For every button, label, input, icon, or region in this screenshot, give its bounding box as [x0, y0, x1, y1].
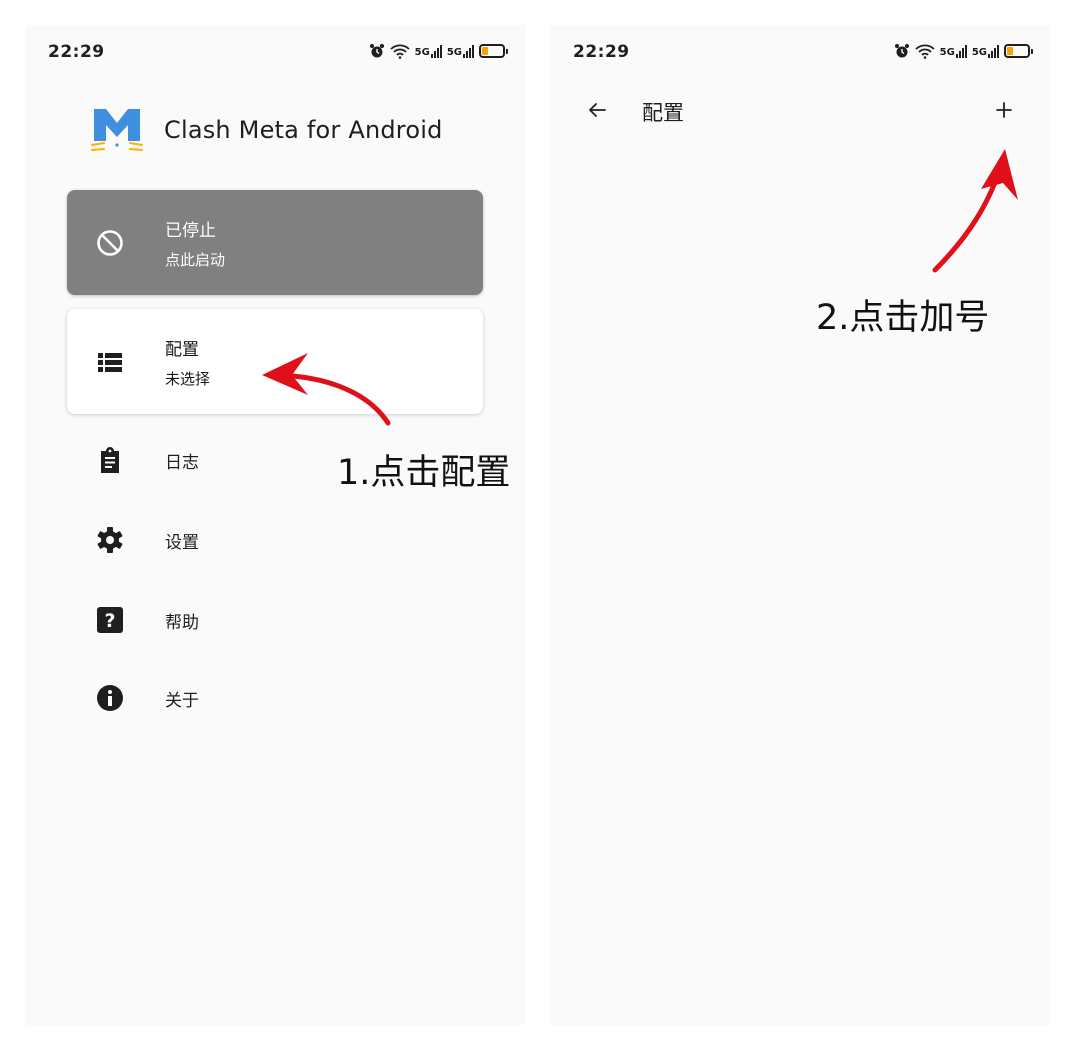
home-screen: 22:29 5G 5G Clash Meta for Android 已停止 点…: [25, 25, 525, 1025]
alarm-icon: [894, 44, 909, 58]
network-type: 5G: [414, 46, 430, 58]
status-bar: 22:29 5G 5G: [550, 25, 1050, 85]
alarm-icon: [369, 44, 384, 58]
menu-label-logs: 日志: [165, 452, 199, 473]
menu-item-help[interactable]: ? 帮助: [95, 600, 199, 640]
annotation-step1: 1.点击配置: [337, 453, 511, 493]
signal-icon: 5G: [939, 44, 967, 58]
svg-text:?: ?: [104, 610, 115, 632]
menu-item-logs[interactable]: 日志: [95, 440, 199, 480]
clipboard-icon: [95, 445, 125, 475]
signal-icon-2: 5G: [446, 44, 474, 58]
menu-label-settings: 设置: [165, 532, 199, 553]
battery-icon: [1004, 44, 1033, 58]
info-icon: [95, 683, 125, 713]
app-header: Clash Meta for Android: [90, 105, 443, 155]
signal-icon-2: 5G: [971, 44, 999, 58]
app-title: Clash Meta for Android: [164, 116, 443, 144]
battery-icon: [479, 44, 508, 58]
back-button[interactable]: [580, 93, 614, 127]
add-profile-button[interactable]: [987, 93, 1021, 127]
menu-label-about: 关于: [165, 690, 199, 711]
wifi-icon: [915, 44, 935, 59]
network-type: 5G: [939, 46, 955, 58]
gear-icon: [95, 525, 125, 555]
menu-item-settings[interactable]: 设置: [95, 520, 199, 560]
toolbar: 配置: [550, 85, 1050, 135]
status-bar: 22:29 5G 5G: [25, 25, 525, 85]
status-time: 22:29: [573, 42, 630, 62]
profile-card-text: 配置 未选择: [165, 335, 210, 389]
status-card-subtitle: 点此启动: [165, 250, 226, 269]
network-type-2: 5G: [446, 46, 462, 58]
wifi-icon: [390, 44, 410, 59]
app-logo-icon: [91, 109, 143, 151]
help-icon: ?: [95, 605, 125, 635]
page-title: 配置: [642, 101, 684, 125]
signal-icon: 5G: [414, 44, 442, 58]
status-icons: 5G 5G: [369, 43, 508, 59]
annotation-arrow-1: [262, 353, 391, 426]
list-icon: [95, 347, 125, 377]
arrow-left-icon: [589, 103, 606, 117]
annotation-arrow-2: [932, 149, 1018, 273]
block-icon: [95, 228, 125, 258]
status-time: 22:29: [48, 42, 105, 62]
status-card-text: 已停止 点此启动: [165, 216, 225, 270]
annotation-step2: 2.点击加号: [816, 298, 990, 338]
menu-label-help: 帮助: [165, 612, 199, 633]
profile-card-subtitle: 未选择: [165, 369, 211, 388]
status-card[interactable]: 已停止 点此启动: [67, 190, 483, 295]
profile-card-title: 配置: [165, 339, 199, 360]
plus-icon: [996, 102, 1012, 118]
menu-item-about[interactable]: 关于: [95, 678, 199, 718]
status-icons: 5G 5G: [894, 43, 1033, 59]
network-type-2: 5G: [971, 46, 987, 58]
status-card-title: 已停止: [165, 220, 216, 241]
